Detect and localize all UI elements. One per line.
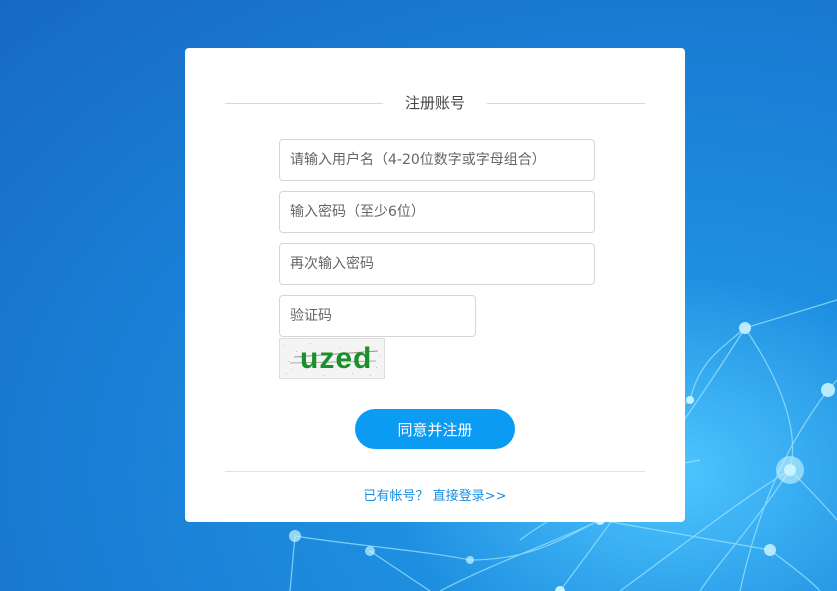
login-prompt-text: 已有帐号？ bbox=[363, 489, 429, 504]
login-prompt: 已有帐号？ 直接登录>> bbox=[185, 488, 685, 506]
captcha-text: uzed bbox=[300, 342, 373, 375]
captcha-input[interactable] bbox=[279, 295, 476, 337]
register-card: 注册账号 uzed 同意并注册 bbox=[185, 48, 685, 522]
login-link[interactable]: 直接登录>> bbox=[433, 489, 507, 504]
captcha-image[interactable]: uzed bbox=[279, 338, 385, 379]
bottom-divider bbox=[225, 471, 645, 472]
page-background: 注册账号 uzed 同意并注册 bbox=[0, 0, 837, 591]
confirm-password-input[interactable] bbox=[279, 243, 595, 285]
title-divider-right bbox=[487, 103, 645, 104]
username-input[interactable] bbox=[279, 139, 595, 181]
title-row: 注册账号 bbox=[225, 92, 645, 114]
register-button[interactable]: 同意并注册 bbox=[355, 409, 515, 449]
password-input[interactable] bbox=[279, 191, 595, 233]
